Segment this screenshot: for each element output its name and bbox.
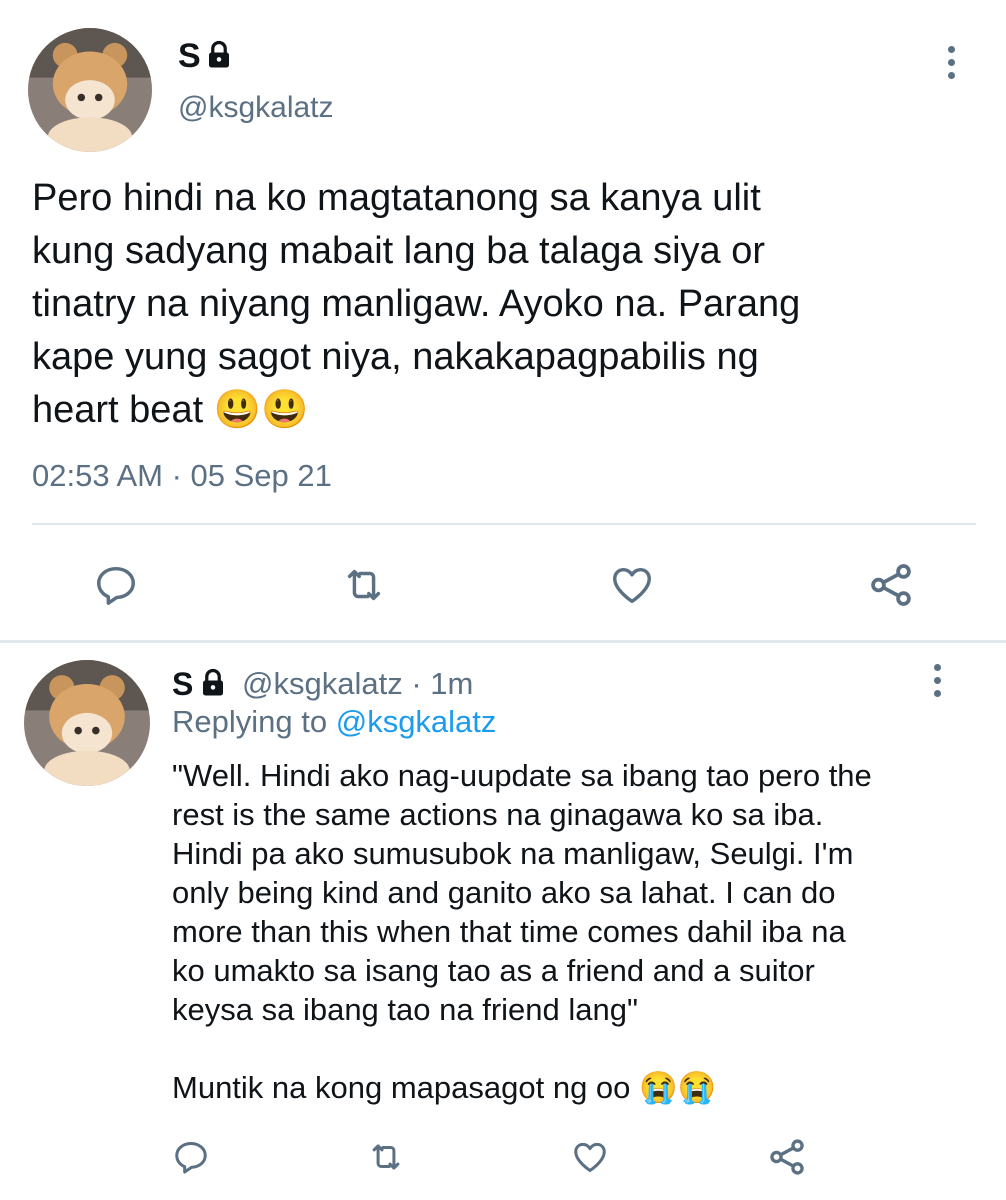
tweet-text: Pero hindi na ko magtatanong sa kanya ul… bbox=[32, 177, 801, 431]
avatar[interactable] bbox=[28, 28, 152, 152]
section-divider bbox=[0, 640, 1006, 643]
reply-icon[interactable] bbox=[93, 562, 139, 608]
display-name[interactable]: S bbox=[172, 664, 193, 704]
tweet-timestamp[interactable]: 02:53 AM · 05 Sep 21 bbox=[32, 456, 332, 496]
user-handle[interactable]: @ksgkalatz bbox=[242, 666, 403, 701]
heart-icon[interactable] bbox=[608, 562, 656, 608]
heart-icon[interactable] bbox=[570, 1138, 610, 1176]
share-icon[interactable] bbox=[866, 560, 916, 610]
reply-header-meta: @ksgkalatz · 1m bbox=[242, 664, 473, 704]
reply-text-final: Muntik na kong mapasagot ng oo 😭😭 bbox=[172, 1070, 717, 1105]
lock-icon bbox=[204, 40, 234, 70]
lock-icon bbox=[198, 668, 228, 698]
divider bbox=[32, 523, 976, 525]
avatar[interactable] bbox=[24, 660, 150, 786]
replying-to-handle[interactable]: @ksgkalatz bbox=[336, 704, 497, 739]
user-handle[interactable]: @ksgkalatz bbox=[178, 88, 334, 128]
emoji: 😃 bbox=[213, 389, 262, 431]
display-name[interactable]: S bbox=[178, 36, 201, 76]
replying-to: Replying to @ksgkalatz bbox=[172, 702, 496, 742]
reply-icon[interactable] bbox=[172, 1138, 210, 1176]
more-options-icon[interactable] bbox=[934, 664, 941, 697]
reply-time[interactable]: · 1m bbox=[411, 666, 473, 701]
retweet-icon[interactable] bbox=[366, 1138, 406, 1176]
emoji: 😭 bbox=[677, 1070, 717, 1105]
replying-to-label: Replying to bbox=[172, 704, 328, 739]
retweet-icon[interactable] bbox=[340, 562, 388, 608]
emoji: 😃 bbox=[261, 389, 309, 431]
share-icon[interactable] bbox=[766, 1136, 808, 1178]
emoji: 😭 bbox=[639, 1070, 678, 1105]
reply-text: "Well. Hindi ako nag-uupdate sa ibang ta… bbox=[172, 758, 872, 1027]
more-options-icon[interactable] bbox=[948, 46, 955, 79]
